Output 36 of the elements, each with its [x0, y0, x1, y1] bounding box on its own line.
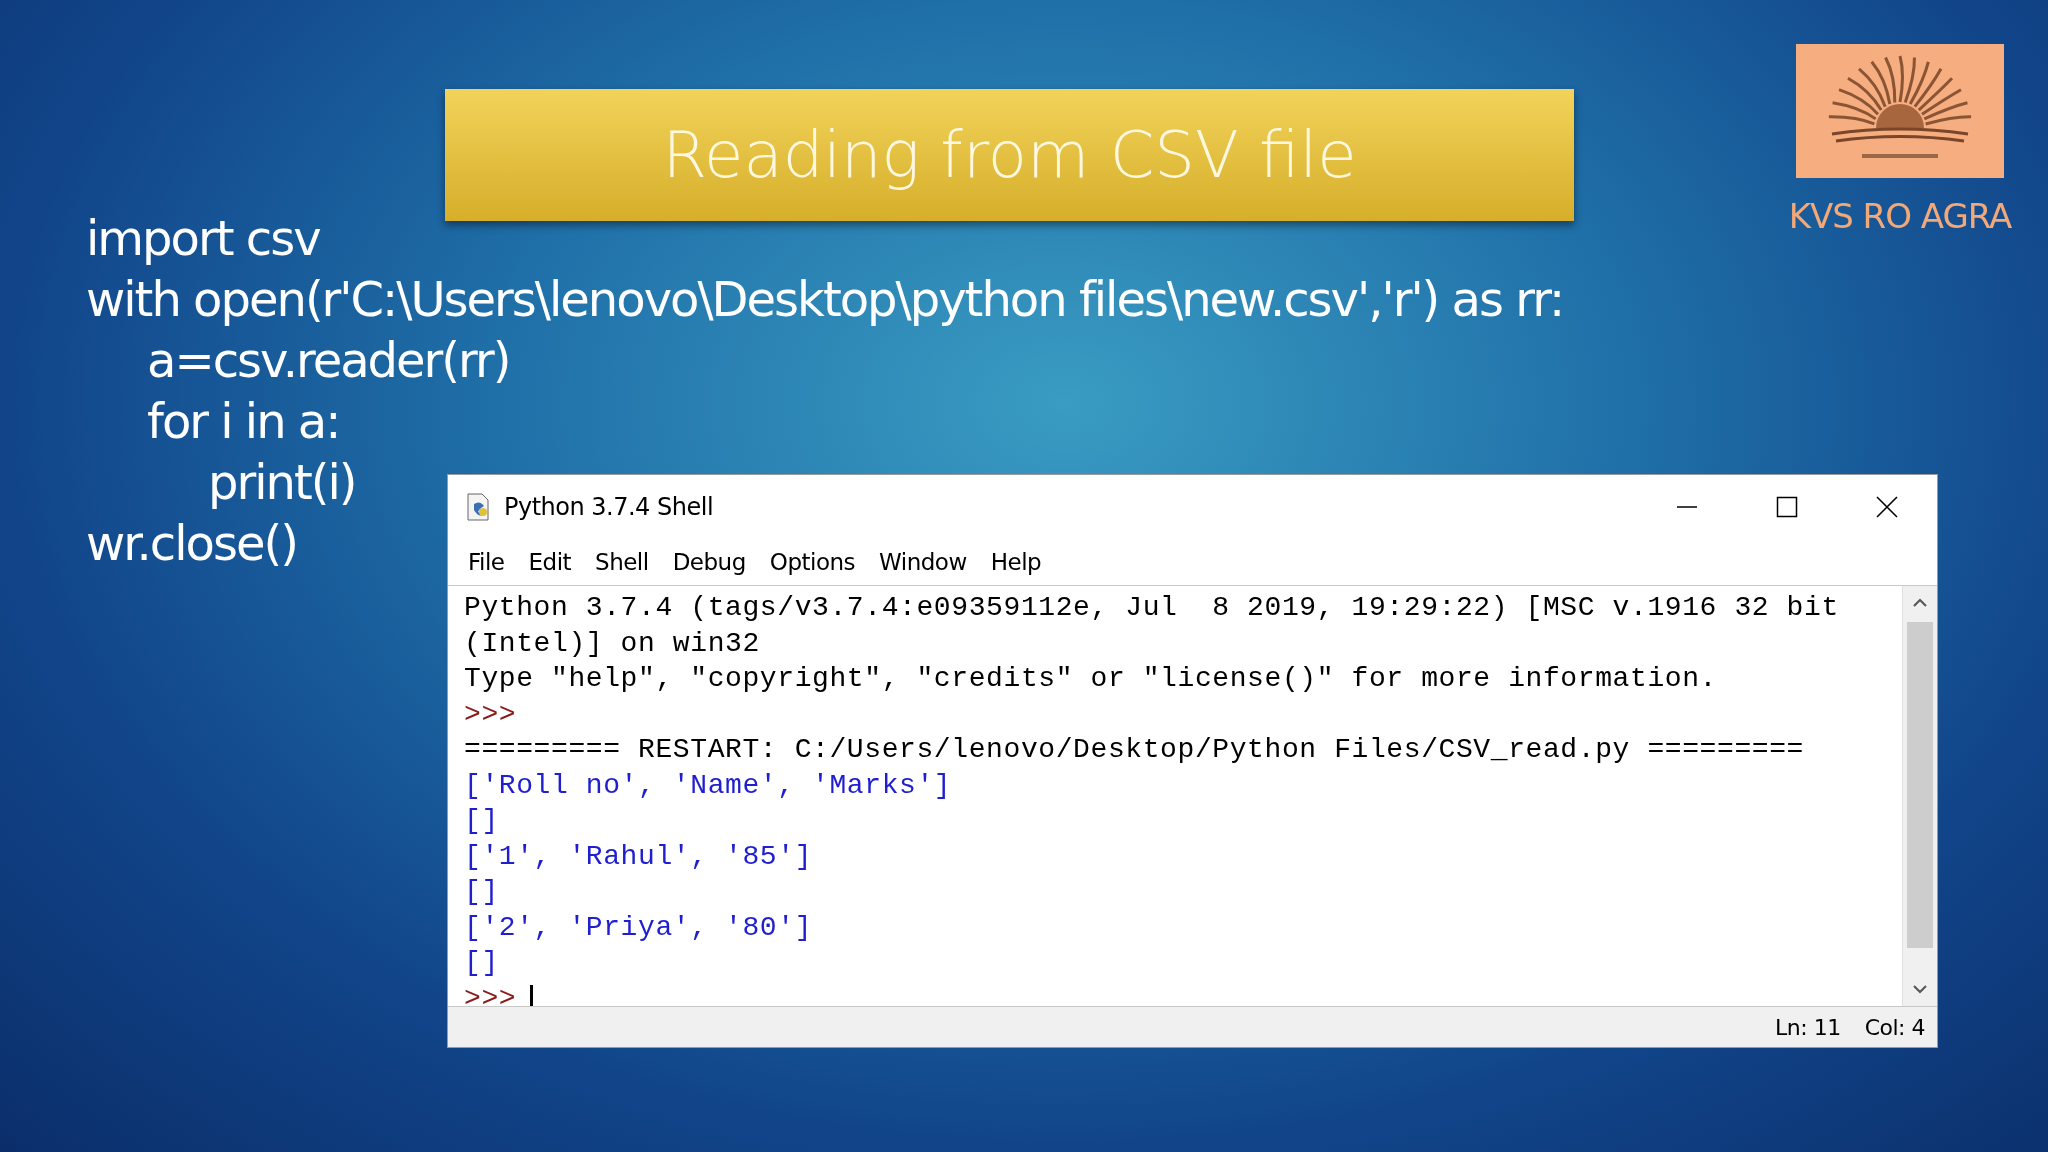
- shell-output: ['2', 'Priya', '80']: [464, 910, 813, 945]
- code-line: for i in a:: [146, 392, 340, 451]
- code-line: print(i): [207, 453, 356, 512]
- menu-item[interactable]: File: [456, 547, 517, 577]
- maximize-icon: [1776, 496, 1798, 518]
- shell-output: ['Roll no', 'Name', 'Marks']: [464, 768, 952, 803]
- code-line: a=csv.reader(rr): [146, 331, 510, 390]
- status-text: Col: 4: [1864, 1014, 1925, 1040]
- shell-prompt: >>>: [464, 981, 517, 1006]
- menu-item[interactable]: Edit: [516, 547, 584, 577]
- status-text: Ln: 11: [1775, 1014, 1841, 1040]
- slide-title: Reading from CSV file: [662, 118, 1357, 192]
- menu-item[interactable]: Window: [867, 547, 979, 577]
- logo-caption: KVS RO AGRA: [1788, 196, 2012, 236]
- code-line: import csv: [86, 209, 320, 268]
- window-title: Python 3.7.4 Shell: [504, 493, 714, 521]
- scroll-thumb[interactable]: [1907, 622, 1933, 948]
- close-icon: [1876, 496, 1898, 518]
- shell-text: (Intel)] on win32: [464, 626, 760, 661]
- shell-output: ['1', 'Rahul', '85']: [464, 839, 813, 874]
- minimize-icon: [1676, 506, 1698, 508]
- scrollbar[interactable]: [1902, 586, 1937, 1006]
- code-line: wr.close(): [86, 514, 297, 573]
- shell-text: Python 3.7.4 (tags/v3.7.4:e09359112e, Jul 8 2019, 19:29:22) [MSC v.1916 32 bit: [464, 591, 1839, 625]
- shell-output: []: [464, 946, 499, 980]
- menu-item[interactable]: Help: [978, 547, 1054, 577]
- shell-output: []: [464, 875, 499, 909]
- shell-prompt: >>>: [464, 697, 517, 732]
- menu-item[interactable]: Options: [757, 547, 868, 577]
- code-line: with open(r'C:\Users\lenovo\Desktop\python files\new.csv','r') as rr:: [86, 270, 1564, 329]
- menu-item[interactable]: Debug: [660, 547, 758, 577]
- text-cursor: [530, 985, 534, 1006]
- shell-output: []: [464, 804, 499, 838]
- shell-text: Type "help", "copyright", "credits" or "license()" for more information.: [464, 662, 1717, 696]
- menu-item[interactable]: Shell: [583, 547, 661, 577]
- shell-text: ========= RESTART: C:/Users/lenovo/Desktop/Python Files/CSV_read.py =========: [464, 733, 1804, 767]
